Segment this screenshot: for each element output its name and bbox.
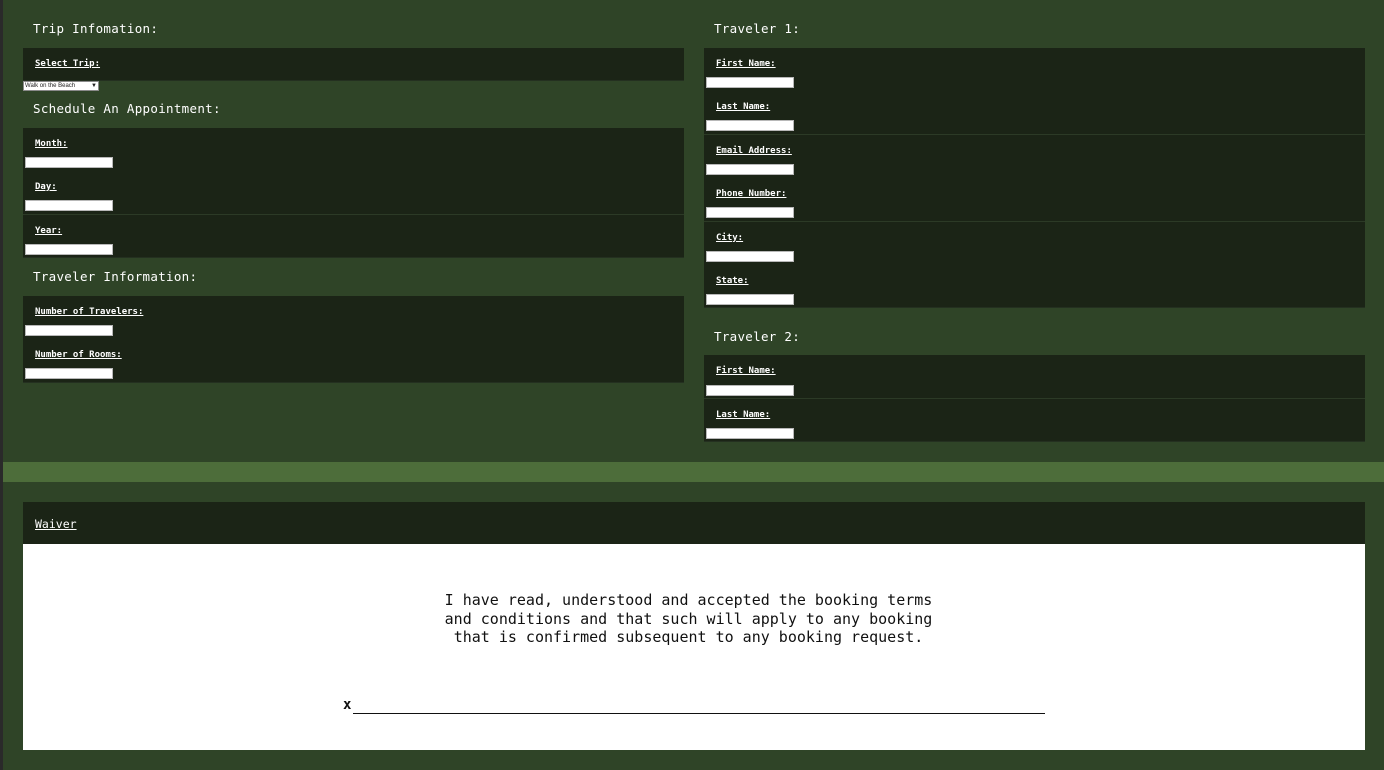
t1-phone-label: Phone Number: bbox=[716, 189, 787, 199]
t1-email-label: Email Address: bbox=[716, 146, 792, 156]
divider bbox=[704, 221, 1365, 222]
year-label: Year: bbox=[35, 226, 63, 236]
month-label: Month: bbox=[35, 139, 68, 149]
num-rooms-input[interactable] bbox=[25, 368, 113, 379]
section-divider-band bbox=[3, 462, 1384, 482]
signature-mark: x bbox=[343, 697, 352, 713]
t1-phone-input[interactable] bbox=[706, 207, 794, 218]
divider bbox=[704, 398, 1365, 399]
trip-info-title: Trip Infomation: bbox=[33, 21, 159, 36]
t1-state-label: State: bbox=[716, 276, 749, 286]
day-label: Day: bbox=[35, 182, 57, 192]
window-edge bbox=[0, 0, 3, 770]
divider bbox=[704, 134, 1365, 135]
chevron-down-icon: ▼ bbox=[91, 83, 97, 89]
divider bbox=[23, 214, 684, 215]
trip-select-panel: Select Trip: bbox=[23, 48, 684, 81]
traveler2-title: Traveler 2: bbox=[714, 329, 801, 344]
select-trip-label: Select Trip: bbox=[35, 59, 101, 69]
t2-first-name-label: First Name: bbox=[716, 366, 776, 376]
traveler-info-panel: Number of Travelers: Number of Rooms: bbox=[23, 296, 684, 383]
t1-state-input[interactable] bbox=[706, 294, 794, 305]
waiver-title: Waiver bbox=[35, 517, 77, 531]
t1-last-name-label: Last Name: bbox=[716, 102, 771, 112]
t1-city-label: City: bbox=[716, 233, 744, 243]
num-travelers-label: Number of Travelers: bbox=[35, 307, 144, 317]
t2-last-name-input[interactable] bbox=[706, 428, 794, 439]
t1-last-name-input[interactable] bbox=[706, 120, 794, 131]
t1-first-name-label: First Name: bbox=[716, 59, 776, 69]
t1-first-name-input[interactable] bbox=[706, 77, 794, 88]
waiver-body: I have read, understood and accepted the… bbox=[23, 544, 1365, 750]
t1-email-input[interactable] bbox=[706, 164, 794, 175]
waiver-text-line: and conditions and that such will apply … bbox=[444, 609, 933, 628]
waiver-header: Waiver bbox=[23, 502, 1365, 544]
schedule-title: Schedule An Appointment: bbox=[33, 101, 221, 116]
t2-last-name-label: Last Name: bbox=[716, 410, 771, 420]
waiver-text: I have read, understood and accepted the… bbox=[423, 591, 954, 647]
num-rooms-label: Number of Rooms: bbox=[35, 350, 122, 360]
t1-city-input[interactable] bbox=[706, 251, 794, 262]
day-input[interactable] bbox=[25, 200, 113, 211]
waiver-text-line: that is confirmed subsequent to any book… bbox=[453, 628, 924, 646]
traveler-info-title: Traveler Information: bbox=[33, 269, 198, 284]
signature-line[interactable] bbox=[353, 713, 1045, 714]
waiver-text-line: I have read, understood and accepted the… bbox=[444, 591, 933, 609]
traveler1-panel: First Name: Last Name: Email Address: Ph… bbox=[704, 48, 1365, 308]
trip-select-value: Walk on the Beach bbox=[25, 83, 76, 89]
traveler2-panel: First Name: Last Name: bbox=[704, 355, 1365, 442]
num-travelers-input[interactable] bbox=[25, 325, 113, 336]
trip-select[interactable]: Walk on the Beach ▼ bbox=[23, 81, 99, 91]
schedule-panel: Month: Day: Year: bbox=[23, 128, 684, 258]
t2-first-name-input[interactable] bbox=[706, 385, 794, 396]
month-input[interactable] bbox=[25, 157, 113, 168]
year-input[interactable] bbox=[25, 244, 113, 255]
traveler1-title: Traveler 1: bbox=[714, 21, 801, 36]
